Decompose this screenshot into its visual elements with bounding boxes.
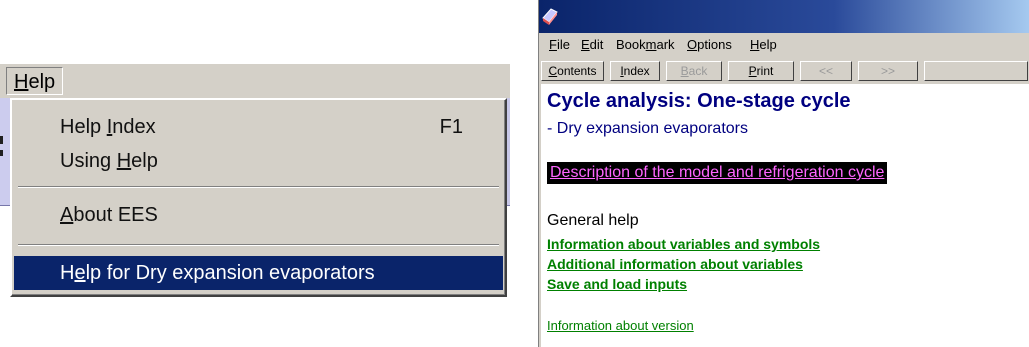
menu-item-help-index[interactable]: Help Index F1 [14,110,503,144]
help-dropdown-menu: Help Index F1 Using Help About EES Help … [10,98,507,297]
help-content: Cycle analysis: One-stage cycle - Dry ex… [541,84,1029,347]
help-menu[interactable]: Help [6,67,64,95]
title-bar [539,0,1029,33]
menu-bookmark[interactable]: Bookmark [616,37,675,52]
help-menu-bar: File Edit Bookmark Options Help [539,33,1029,55]
menu-edit[interactable]: Edit [581,37,603,52]
menu-file[interactable]: File [549,37,570,52]
help-book-icon [542,8,558,25]
page-title: Cycle analysis: One-stage cycle [547,90,851,112]
menu-help[interactable]: Help [750,37,777,52]
help-menu-label-rest: elp [28,71,56,93]
version-info-link[interactable]: Information about version [547,318,694,333]
help-window: File Edit Bookmark Options Help Contents… [538,0,1029,347]
background-mark [0,136,3,144]
next-button[interactable]: >> [858,61,918,81]
menu-bar: Help [0,64,510,98]
additional-info-link[interactable]: Additional information about variables [547,256,803,272]
toolbar-blank [924,61,1028,81]
menu-item-label: Help for Dry expansion evaporators [60,262,375,284]
save-load-inputs-link[interactable]: Save and load inputs [547,276,687,292]
menu-item-label: Help Index [60,116,156,138]
description-link[interactable]: Description of the model and refrigerati… [547,162,888,184]
menu-item-label: About EES [60,204,158,226]
menu-options[interactable]: Options [687,37,732,52]
back-button[interactable]: Back [666,61,722,81]
variables-symbols-link[interactable]: Information about variables and symbols [547,236,820,252]
print-button[interactable]: Print [728,61,794,81]
previous-button[interactable]: << [800,61,852,81]
help-toolbar: Contents Index Back Print << >> [539,60,1029,82]
menu-separator [18,186,499,188]
index-button[interactable]: Index [610,61,660,81]
menu-item-label: Using Help [60,150,158,172]
page-subtitle: - Dry expansion evaporators [547,120,748,137]
background-mark [0,150,3,156]
menu-item-about-ees[interactable]: About EES [14,198,503,232]
menu-separator [18,244,499,246]
menu-item-shortcut: F1 [439,116,463,138]
general-help-heading: General help [547,212,639,229]
contents-button[interactable]: Contents [541,61,604,81]
menu-item-help-dry-expansion[interactable]: Help for Dry expansion evaporators [14,256,503,290]
menu-item-using-help[interactable]: Using Help [14,144,503,178]
